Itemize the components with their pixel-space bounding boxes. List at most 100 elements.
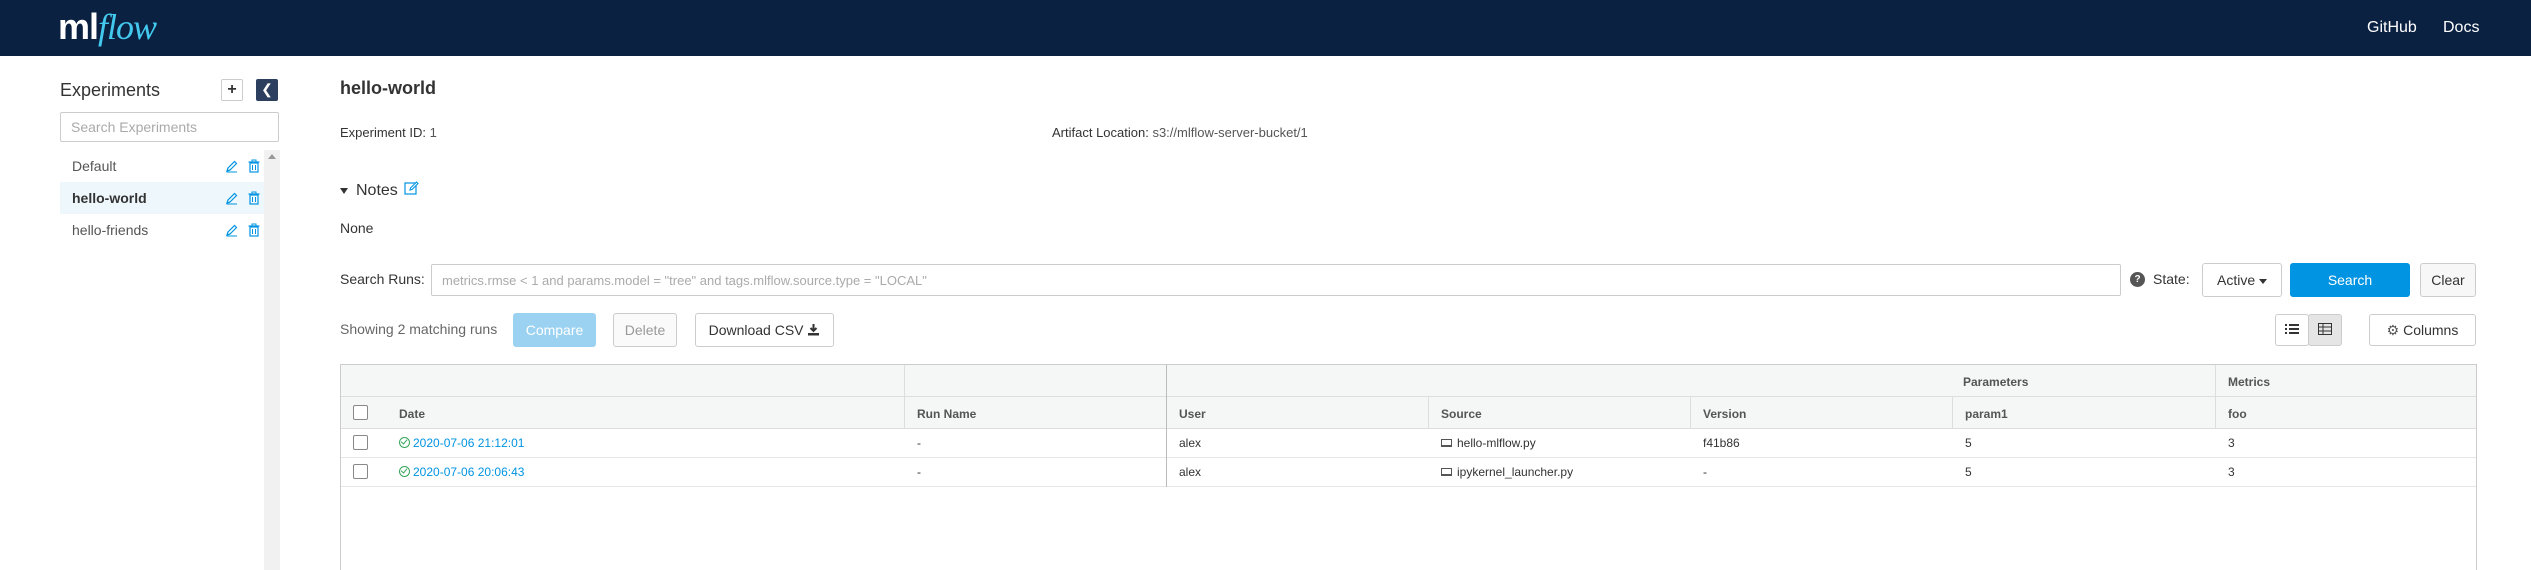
column-header-foo[interactable]: foo [2228,407,2247,421]
run-name-cell: - [917,465,921,479]
plus-icon: + [227,81,237,98]
source-cell[interactable]: hello-mlflow.py [1441,436,1536,450]
matching-runs-count: Showing 2 matching runs [340,321,498,337]
edit-notes-icon[interactable] [404,181,420,196]
notes-content: None [340,220,374,236]
columns-label: Columns [2403,322,2459,338]
trash-icon[interactable] [247,223,261,237]
gear-icon: ⚙ [2386,322,2400,338]
param1-cell: 5 [1965,465,1972,479]
table-row[interactable]: 2020-07-06 20:06:43 - alex ipykernel_lau… [341,458,2476,487]
param1-cell: 5 [1965,436,1972,450]
top-navbar: mlflow GitHub Docs [0,0,2531,56]
table-icon [2318,323,2332,335]
version-cell: - [1703,465,1707,479]
notes-toggle[interactable]: Notes [340,181,420,200]
logo-ml-text: ml [58,6,99,47]
experiment-item-default[interactable]: Default [60,150,279,182]
row-checkbox[interactable] [353,464,368,479]
parameters-group-header: Parameters [1963,375,2029,389]
column-divider [904,397,905,429]
search-button[interactable]: Search [2290,263,2410,297]
clear-button[interactable]: Clear [2420,263,2476,297]
laptop-icon [1441,468,1452,476]
state-value: Active [2216,272,2256,288]
runs-table: Parameters Metrics Date Run Name User So… [340,364,2477,570]
chevron-left-icon: ❮ [261,81,273,97]
experiment-item-hello-world[interactable]: hello-world [60,182,279,214]
add-experiment-button[interactable]: + [221,79,243,101]
columns-button[interactable]: ⚙ Columns [2369,314,2476,346]
metrics-group-header: Metrics [2228,375,2271,389]
run-name-cell: - [917,436,921,450]
docs-link[interactable]: Docs [2443,19,2479,37]
caret-down-icon [340,187,348,194]
delete-button[interactable]: Delete [613,313,677,347]
column-divider [1428,397,1429,429]
run-date[interactable]: 2020-07-06 20:06:43 [413,465,524,479]
row-checkbox[interactable] [353,435,368,450]
logo-flow-text: flow [98,7,157,47]
column-header-date[interactable]: Date [399,407,425,421]
experiment-item-label: Default [72,158,117,174]
compare-button[interactable]: Compare [513,313,596,347]
artifact-location-label: Artifact Location: [1052,125,1149,140]
run-date-link[interactable]: 2020-07-06 20:06:43 [399,465,524,479]
experiment-item-hello-friends[interactable]: hello-friends [60,214,279,246]
column-header-version[interactable]: Version [1703,407,1746,421]
column-divider [1952,397,1953,429]
column-divider [1690,397,1691,429]
experiment-id-label: Experiment ID: [340,125,426,140]
source-cell[interactable]: ipykernel_launcher.py [1441,465,1573,479]
run-date-link[interactable]: 2020-07-06 21:12:01 [399,436,524,450]
question-circle-icon[interactable]: ? [2130,272,2145,287]
artifact-location: Artifact Location: s3://mlflow-server-bu… [1052,125,1308,140]
sidebar-title: Experiments [60,80,161,100]
column-header-run-name[interactable]: Run Name [917,407,976,421]
trash-icon[interactable] [247,159,261,173]
state-label: State: [2153,271,2190,287]
download-csv-button[interactable]: Download CSV [695,313,834,347]
download-csv-label: Download CSV [708,322,804,338]
list-view-toggle[interactable] [2275,314,2309,346]
notes-label: Notes [356,182,398,199]
state-dropdown[interactable]: Active [2202,263,2282,297]
table-view-toggle[interactable] [2308,314,2342,346]
scroll-up-arrow-icon[interactable] [268,154,276,159]
experiment-item-label: hello-world [72,190,147,206]
run-date[interactable]: 2020-07-06 21:12:01 [413,436,524,450]
sidebar-scrollbar[interactable] [264,150,280,570]
foo-cell: 3 [2228,465,2235,479]
laptop-icon [1441,439,1452,447]
github-link[interactable]: GitHub [2367,19,2417,37]
column-header-source[interactable]: Source [1441,407,1482,421]
foo-cell: 3 [2228,436,2235,450]
check-circle-icon [399,437,410,448]
check-circle-icon [399,466,410,477]
list-icon [2285,324,2299,334]
column-header-param1[interactable]: param1 [1965,407,2008,421]
mlflow-logo[interactable]: mlflow [58,4,157,50]
trash-icon[interactable] [247,191,261,205]
edit-icon[interactable] [225,159,239,173]
artifact-location-value: s3://mlflow-server-bucket/1 [1152,125,1308,140]
edit-icon[interactable] [225,191,239,205]
caret-down-icon [2259,278,2267,284]
experiment-item-label: hello-friends [72,222,149,238]
column-divider [1166,365,1167,487]
user-cell: alex [1179,436,1202,450]
search-runs-label: Search Runs: [340,271,425,287]
search-experiments-input[interactable] [60,112,279,142]
experiment-id: Experiment ID: 1 [340,125,437,140]
edit-icon[interactable] [225,223,239,237]
table-row[interactable]: 2020-07-06 21:12:01 - alex hello-mlflow.… [341,429,2476,458]
collapse-sidebar-button[interactable]: ❮ [256,79,278,101]
column-header-row: Date Run Name User Source Version param1… [341,397,2476,429]
search-runs-input[interactable] [431,264,2121,296]
experiment-title: hello-world [340,78,436,98]
column-divider [2215,365,2216,429]
source-name: ipykernel_launcher.py [1457,465,1574,479]
column-header-user[interactable]: User [1179,407,1206,421]
select-all-checkbox[interactable] [353,405,368,420]
source-name: hello-mlflow.py [1457,436,1536,450]
